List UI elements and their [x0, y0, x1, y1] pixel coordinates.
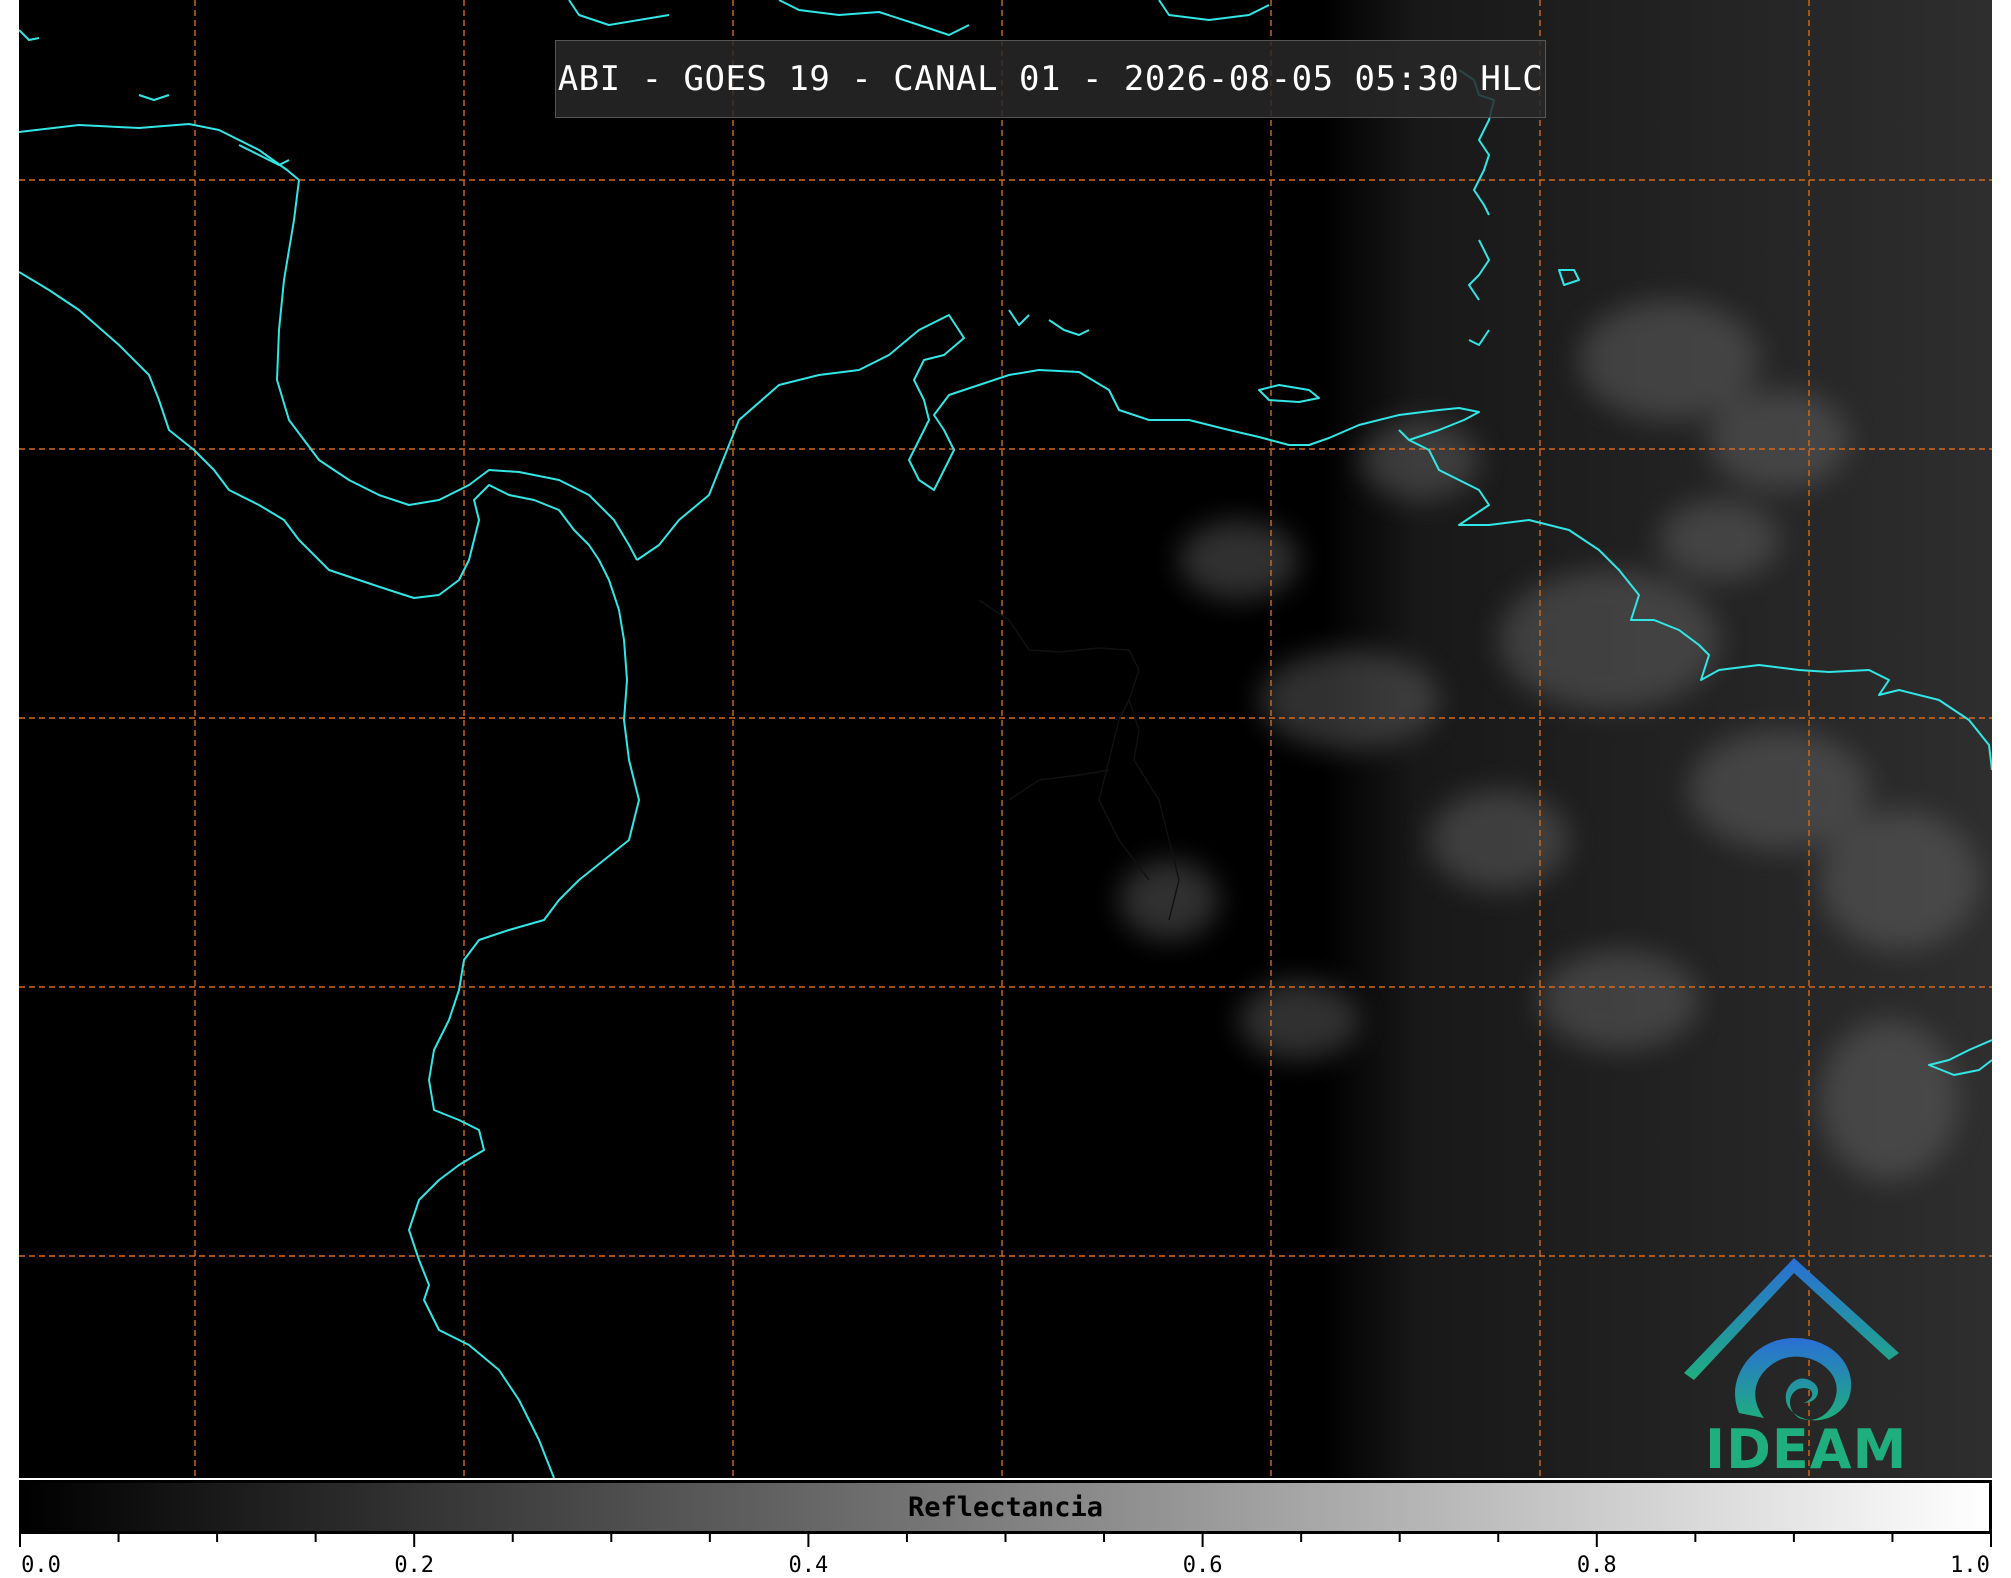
satellite-map: ABI - GOES 19 - CANAL 01 - 2026-08-05 05…	[19, 0, 1992, 1478]
map-title-box: ABI - GOES 19 - CANAL 01 - 2026-08-05 05…	[555, 40, 1546, 118]
colorbar-label: Reflectancia	[907, 1491, 1104, 1523]
colorbar-ticks: 0.0 0.2 0.4 0.6 0.8 1.0	[19, 1534, 1992, 1578]
tick-label: 0.6	[1182, 1553, 1223, 1578]
tick-label: 1.0	[1950, 1553, 1990, 1578]
tick-marks	[19, 1534, 1992, 1547]
tick-label: 0.8	[1576, 1553, 1617, 1578]
map-canvas	[19, 0, 1992, 1478]
logo-text: IDEAM	[1705, 1418, 1908, 1478]
tick-label: 0.2	[394, 1553, 435, 1578]
tick-label: 0.4	[788, 1553, 829, 1578]
map-title: ABI - GOES 19 - CANAL 01 - 2026-08-05 05…	[557, 59, 1544, 99]
tick-label: 0.0	[21, 1553, 61, 1578]
colorbar: Reflectancia	[19, 1480, 1992, 1534]
